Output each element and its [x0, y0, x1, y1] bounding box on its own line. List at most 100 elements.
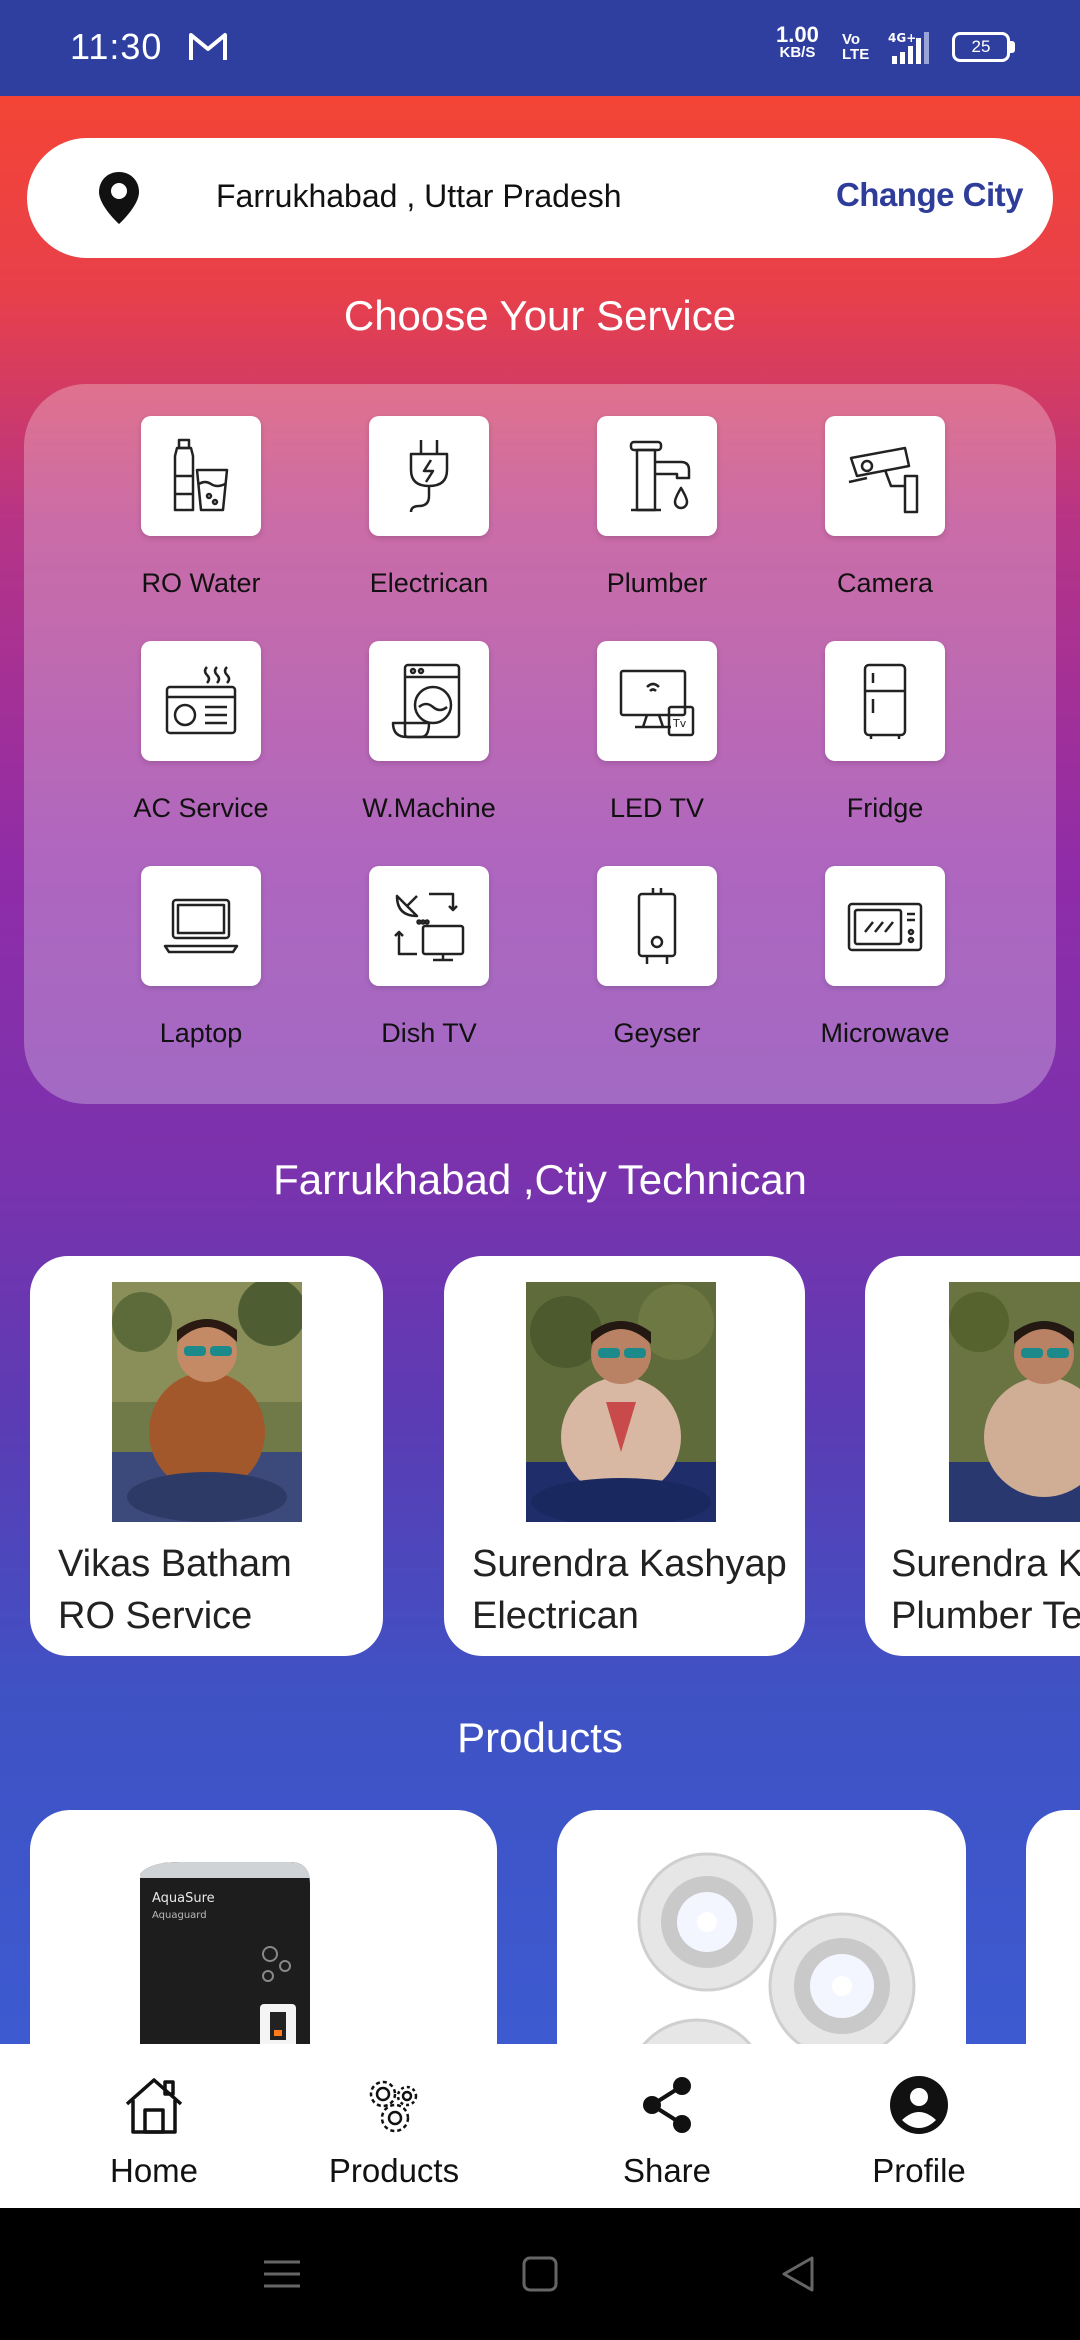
washing-machine-icon: [391, 663, 461, 739]
current-city: Farrukhabad , Uttar Pradesh: [216, 178, 622, 214]
technician-name: Surendra Ka: [891, 1543, 1080, 1585]
service-tile[interactable]: [369, 641, 489, 761]
service-tile[interactable]: [141, 641, 261, 761]
volte-top: Vo: [842, 31, 861, 48]
dish-tv-icon: [394, 892, 465, 962]
nav-profile[interactable]: Profile: [809, 2044, 1029, 2208]
network-speed-value: 1.00: [776, 22, 819, 47]
technician-card[interactable]: Vikas Batham RO Service: [30, 1256, 383, 1656]
services-title: Choose Your Service: [343, 292, 737, 339]
technician-name: Vikas Batham: [58, 1543, 292, 1585]
service-label: Camera: [836, 568, 934, 598]
service-item-led-tv[interactable]: Tv LED TV: [543, 641, 771, 841]
product-card[interactable]: [557, 1810, 966, 2044]
product-card[interactable]: [1026, 1810, 1080, 2044]
air-conditioner-icon: [165, 666, 237, 735]
technician-info: Surendra Kashyap Electrican: [472, 1538, 787, 1642]
change-city-button[interactable]: Change City: [836, 176, 1024, 214]
menu-icon[interactable]: [260, 2252, 304, 2296]
nav-share[interactable]: Share: [557, 2044, 777, 2208]
technician-photo-image: [112, 1282, 302, 1522]
service-tile[interactable]: [141, 416, 261, 536]
service-tile[interactable]: [825, 416, 945, 536]
status-bar: 11:30 1.00 KB/S Vo LTE 4G+ 25: [0, 0, 1080, 96]
system-nav-bar: [0, 2208, 1080, 2340]
battery-icon: 25: [952, 32, 1010, 62]
status-time: 11:30: [70, 26, 163, 67]
home-icon: [125, 2078, 183, 2134]
network-type: 4G+: [888, 31, 916, 45]
faucet-icon: [629, 440, 691, 512]
technician-card[interactable]: Surendra Kashyap Electrican: [444, 1256, 805, 1656]
bottom-nav: Home Products Share Profile: [0, 2044, 1080, 2208]
service-item-laptop[interactable]: Laptop: [87, 866, 315, 1066]
service-tile[interactable]: [597, 416, 717, 536]
nav-home[interactable]: Home: [44, 2044, 264, 2208]
technician-role: Electrican: [472, 1595, 639, 1637]
technician-role: Plumber Te: [891, 1595, 1080, 1637]
svg-text:Tv: Tv: [672, 717, 687, 730]
led-tv-icon: Tv: [619, 669, 695, 737]
share-icon: [643, 2077, 691, 2133]
service-item-geyser[interactable]: Geyser: [543, 866, 771, 1066]
service-item-plumber[interactable]: Plumber: [543, 416, 771, 616]
service-item-camera[interactable]: Camera: [771, 416, 999, 616]
technician-photo: [949, 1282, 1080, 1522]
gmail-icon: [189, 33, 227, 60]
battery-cap: [1010, 41, 1015, 53]
network-speed-unit: KB/S: [779, 44, 816, 61]
back-icon[interactable]: [776, 2252, 820, 2296]
laptop-icon: [163, 898, 239, 954]
service-item-electrician[interactable]: Electrican: [315, 416, 543, 616]
product-brand: AquaSure: [152, 1891, 215, 1906]
service-tile[interactable]: [369, 416, 489, 536]
gears-icon: [369, 2080, 418, 2133]
service-tile[interactable]: [369, 866, 489, 986]
network-speed: 1.00 KB/S: [776, 22, 819, 62]
service-item-ro-water[interactable]: RO Water: [87, 416, 315, 616]
location-bar: Farrukhabad , Uttar Pradesh Change City: [27, 138, 1053, 258]
technician-name: Surendra Kashyap: [472, 1543, 787, 1585]
home-square-icon[interactable]: [518, 2252, 562, 2296]
service-tile[interactable]: [825, 641, 945, 761]
service-tile[interactable]: [597, 866, 717, 986]
products-title: Products: [457, 1714, 623, 1761]
technician-role: RO Service: [58, 1595, 253, 1637]
product-sub: Aquaguard: [152, 1910, 207, 1921]
profile-icon: [890, 2076, 948, 2134]
volte-indicator: Vo LTE: [842, 32, 869, 62]
service-item-washing-machine[interactable]: W.Machine: [315, 641, 543, 841]
volte-bottom: LTE: [842, 46, 870, 63]
microwave-icon: [847, 902, 923, 952]
battery-level: 25: [971, 37, 991, 56]
technician-photo-image: [949, 1282, 1080, 1522]
service-item-dish-tv[interactable]: Dish TV: [315, 866, 543, 1066]
nav-products[interactable]: Products: [284, 2044, 504, 2208]
technicians-title: Farrukhabad ,Ctiy Technican: [273, 1156, 807, 1203]
service-tile[interactable]: [141, 866, 261, 986]
cctv-camera-icon: [848, 446, 919, 514]
service-tile[interactable]: Tv: [597, 641, 717, 761]
nav-label: Home: [109, 2152, 199, 2189]
service-label: Microwave: [820, 1018, 950, 1048]
ro-water-icon: [173, 438, 229, 512]
technician-photo: [112, 1282, 302, 1522]
signal-icon: 4G+: [888, 31, 929, 64]
service-grid: RO Water Electrican Plumber Camera AC Se…: [24, 384, 1056, 1104]
service-tile[interactable]: [825, 866, 945, 986]
technician-info: Surendra Ka Plumber Te: [891, 1538, 1080, 1642]
geyser-icon: [637, 888, 677, 964]
technician-card[interactable]: Surendra Ka Plumber Te: [865, 1256, 1080, 1656]
led-lights-image: [637, 1852, 916, 2044]
technician-info: Vikas Batham RO Service: [58, 1538, 292, 1642]
service-item-fridge[interactable]: Fridge: [771, 641, 999, 841]
electric-plug-icon: [409, 440, 449, 513]
main-content[interactable]: Farrukhabad , Uttar Pradesh Change City …: [0, 96, 1080, 2044]
location-pin-icon: [99, 172, 139, 224]
nav-label: Products: [328, 2152, 460, 2189]
fridge-icon: [863, 663, 907, 739]
technician-photo-image: [526, 1282, 716, 1522]
service-item-microwave[interactable]: Microwave: [771, 866, 999, 1066]
service-item-ac-service[interactable]: AC Service: [87, 641, 315, 841]
product-card[interactable]: AquaSure Aquaguard: [30, 1810, 497, 2044]
